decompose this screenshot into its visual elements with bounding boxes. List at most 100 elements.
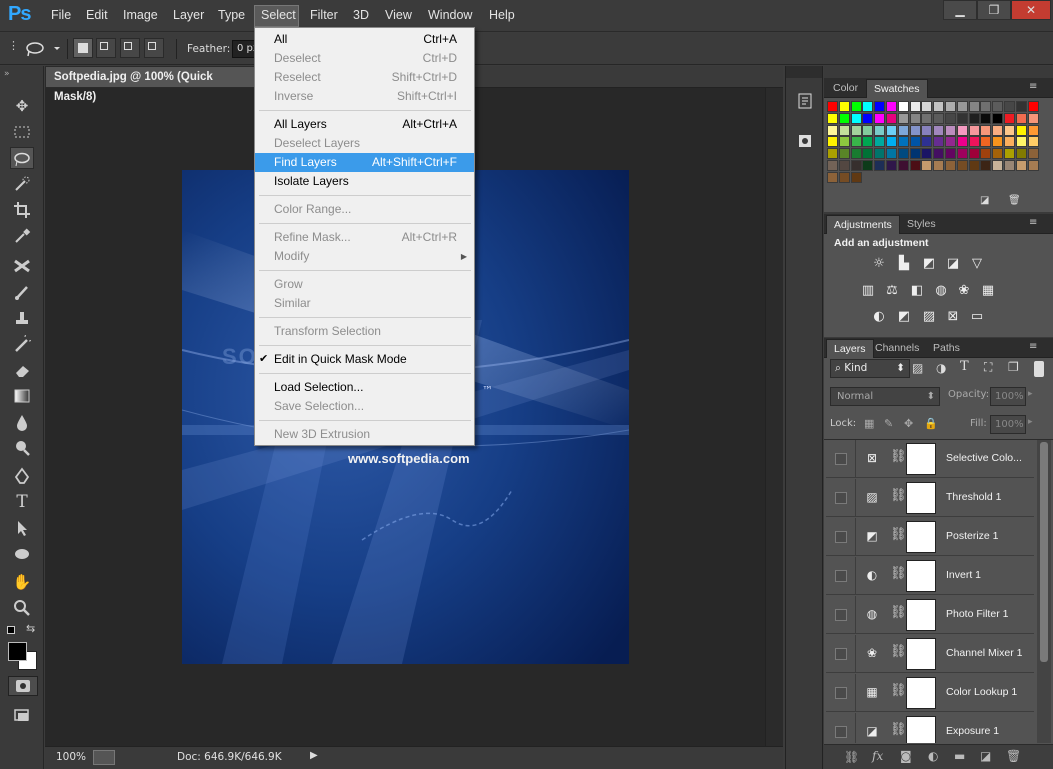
menu-item-deselect[interactable]: Deselect Ctrl+D	[255, 49, 474, 68]
layer-visibility-toggle[interactable]	[826, 440, 856, 478]
link-icon[interactable]: ⛓	[890, 488, 907, 508]
swatch[interactable]	[838, 148, 850, 160]
swatch[interactable]	[827, 124, 838, 136]
layer-row[interactable]: ◪ ⛓ Exposure 1	[826, 713, 1034, 743]
brush-tool-icon[interactable]	[10, 281, 34, 303]
swatch[interactable]	[980, 101, 992, 112]
layer-row[interactable]: ▨ ⛓ Threshold 1	[826, 479, 1034, 517]
menu-item-color-range[interactable]: Color Range...	[255, 200, 474, 219]
menu-filter[interactable]: Filter	[310, 8, 338, 22]
layer-visibility-toggle[interactable]	[826, 713, 856, 743]
layer-row[interactable]: ◩ ⛓ Posterize 1	[826, 518, 1034, 556]
swatch[interactable]	[945, 124, 956, 136]
menu-item-isolate-layers[interactable]: Isolate Layers	[255, 172, 474, 191]
swatch[interactable]	[874, 124, 886, 136]
swatch[interactable]	[980, 112, 992, 124]
layer-name[interactable]: Threshold 1	[946, 491, 1001, 503]
layer-visibility-toggle[interactable]	[826, 674, 856, 712]
layer-row[interactable]: ▦ ⛓ Color Lookup 1	[826, 674, 1034, 712]
swatch[interactable]	[1027, 136, 1039, 148]
swatch[interactable]	[992, 101, 1004, 112]
menu-view[interactable]: View	[385, 8, 412, 22]
swatch[interactable]	[874, 148, 886, 160]
color-lookup-icon[interactable]: ▦	[979, 283, 997, 299]
swatch[interactable]	[968, 124, 980, 136]
layer-row[interactable]: ◐ ⛓ Invert 1	[826, 557, 1034, 595]
swatch[interactable]	[1015, 112, 1027, 124]
new-layer-icon[interactable]: ◪	[980, 749, 991, 763]
layer-visibility-toggle[interactable]	[826, 596, 856, 634]
swatch[interactable]	[968, 112, 980, 124]
swatch[interactable]	[850, 101, 862, 112]
layer-mask-thumbnail[interactable]	[906, 716, 936, 743]
swatch[interactable]	[827, 171, 838, 183]
link-icon[interactable]: ⛓	[890, 527, 907, 547]
new-adjustment-icon[interactable]: ◐	[928, 749, 938, 763]
layer-mask-thumbnail[interactable]	[906, 482, 936, 514]
swatch[interactable]	[897, 160, 909, 171]
blur-tool-icon[interactable]	[10, 411, 34, 433]
swatch[interactable]	[992, 124, 1004, 136]
opacity-input[interactable]: 100%	[990, 387, 1026, 406]
swatch[interactable]	[827, 101, 838, 112]
layer-mask-thumbnail[interactable]	[906, 638, 936, 670]
swatch[interactable]	[909, 101, 921, 112]
swatch[interactable]	[886, 148, 897, 160]
hue-saturation-icon[interactable]: ▥	[859, 283, 877, 299]
menu-help[interactable]: Help	[489, 8, 515, 22]
swatch[interactable]	[862, 101, 874, 112]
layer-visibility-toggle[interactable]	[826, 635, 856, 673]
layer-mask-thumbnail[interactable]	[906, 443, 936, 475]
layer-mask-thumbnail[interactable]	[906, 677, 936, 709]
swatch[interactable]	[827, 160, 838, 171]
swatch[interactable]	[1015, 124, 1027, 136]
tab-channels[interactable]: Channels	[868, 339, 926, 358]
swatch[interactable]	[992, 136, 1004, 148]
invert-icon[interactable]: ◐	[870, 309, 888, 325]
clone-stamp-tool-icon[interactable]	[10, 307, 34, 329]
link-icon[interactable]: ⛓	[890, 722, 907, 742]
layer-row[interactable]: ⊠ ⛓ Selective Colo...	[826, 440, 1034, 478]
lasso-tool-icon[interactable]	[10, 147, 34, 169]
swatch[interactable]	[850, 148, 862, 160]
layer-mask-thumbnail[interactable]	[906, 560, 936, 592]
swatch[interactable]	[1004, 148, 1015, 160]
swatch[interactable]	[838, 124, 850, 136]
swatch[interactable]	[862, 124, 874, 136]
swatch[interactable]	[909, 136, 921, 148]
path-selection-tool-icon[interactable]	[10, 517, 34, 539]
swatch[interactable]	[862, 112, 874, 124]
swatch[interactable]	[956, 101, 968, 112]
swatch[interactable]	[945, 160, 956, 171]
swatch[interactable]	[945, 112, 956, 124]
brightness-icon[interactable]: ☼	[870, 256, 888, 272]
foreground-color-swatch[interactable]	[8, 642, 27, 661]
layer-row[interactable]: ◍ ⛓ Photo Filter 1	[826, 596, 1034, 634]
swatch[interactable]	[933, 160, 945, 171]
swatch[interactable]	[921, 148, 933, 160]
minimize-button[interactable]: ▁	[943, 0, 977, 20]
layer-visibility-toggle[interactable]	[826, 479, 856, 517]
blend-mode-select[interactable]: Normal ⬍	[830, 387, 940, 406]
layer-name[interactable]: Selective Colo...	[946, 452, 1022, 464]
swatch[interactable]	[827, 148, 838, 160]
vertical-scrollbar[interactable]	[765, 88, 783, 746]
swatch[interactable]	[838, 171, 850, 183]
zoom-tool-icon[interactable]	[10, 597, 34, 619]
swatch[interactable]	[886, 124, 897, 136]
swatch[interactable]	[862, 160, 874, 171]
swatch[interactable]	[968, 101, 980, 112]
swatch[interactable]	[827, 136, 838, 148]
swatch[interactable]	[1004, 112, 1015, 124]
swatch[interactable]	[968, 136, 980, 148]
opacity-arrow-icon[interactable]: ▸	[1028, 389, 1033, 399]
swatch[interactable]	[862, 136, 874, 148]
swatch[interactable]	[1027, 148, 1039, 160]
add-mask-icon[interactable]: ◙	[900, 749, 912, 763]
menu-3d[interactable]: 3D	[353, 8, 369, 22]
ellipse-tool-icon[interactable]	[10, 543, 34, 565]
lock-transparent-icon[interactable]: ▦	[864, 417, 874, 430]
layer-mask-thumbnail[interactable]	[906, 521, 936, 553]
swatch[interactable]	[945, 148, 956, 160]
eyedropper-tool-icon[interactable]	[10, 225, 34, 247]
